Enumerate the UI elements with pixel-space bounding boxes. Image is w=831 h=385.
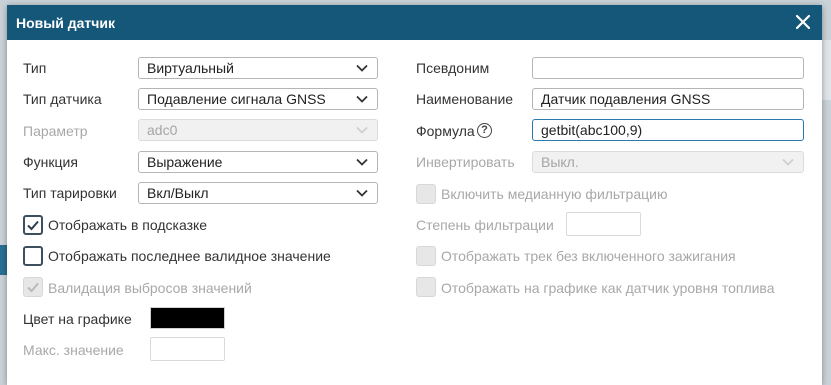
chart-color-swatch[interactable] — [150, 307, 225, 329]
parameter-label: Параметр — [23, 123, 88, 139]
track-no-ignition-checkbox — [416, 246, 436, 266]
type-value: Виртуальный — [147, 60, 234, 76]
chevron-down-icon — [356, 126, 368, 134]
show-as-fuel-checkbox — [416, 277, 436, 297]
chevron-down-icon — [356, 95, 368, 103]
track-no-ignition-label: Отображать трек без включенного зажигани… — [441, 248, 736, 264]
filter-degree-input — [566, 212, 641, 236]
function-value: Выражение — [147, 154, 223, 170]
chevron-down-icon — [356, 189, 368, 197]
close-icon — [795, 14, 811, 30]
formula-label: Формула — [416, 123, 475, 139]
checkmark-icon — [27, 282, 39, 293]
invert-label: Инвертировать — [416, 154, 515, 170]
invert-value: Выкл. — [541, 154, 579, 170]
invert-select: Выкл. — [532, 151, 804, 173]
background-bar-left — [0, 245, 7, 275]
formula-input[interactable]: getbit(abc100,9) — [532, 119, 804, 141]
alias-label: Псевдоним — [416, 60, 490, 76]
calibration-type-label: Тип тарировки — [23, 185, 117, 201]
sensor-type-label: Тип датчика — [23, 91, 102, 107]
show-last-valid-label[interactable]: Отображать последнее валидное значение — [48, 248, 331, 264]
name-value: Датчик подавления GNSS — [541, 91, 711, 107]
function-label: Функция — [23, 154, 78, 170]
filter-degree-label: Степень фильтрации — [416, 217, 554, 233]
median-filter-label: Включить медианную фильтрацию — [441, 186, 668, 202]
max-value-label: Макс. значение — [23, 342, 124, 358]
checkmark-icon — [27, 220, 39, 231]
max-value-input[interactable] — [150, 337, 225, 361]
outlier-validation-label: Валидация выбросов значений — [48, 280, 252, 296]
sensor-type-select[interactable]: Подавление сигнала GNSS — [138, 88, 378, 110]
function-select[interactable]: Выражение — [138, 151, 378, 173]
median-filter-checkbox — [416, 184, 436, 204]
calibration-type-value: Вкл/Выкл — [147, 185, 209, 201]
type-select[interactable]: Виртуальный — [138, 57, 378, 79]
close-button[interactable] — [792, 11, 814, 33]
help-icon[interactable]: ? — [477, 123, 492, 138]
show-last-valid-checkbox[interactable] — [23, 246, 43, 266]
show-in-tooltip-label[interactable]: Отображать в подсказке — [48, 217, 207, 233]
chevron-down-icon — [356, 64, 368, 72]
dialog-title: Новый датчик — [16, 15, 115, 31]
parameter-select: adc0 — [138, 119, 378, 141]
alias-input[interactable] — [532, 57, 804, 79]
sensor-type-value: Подавление сигнала GNSS — [147, 91, 326, 107]
formula-value: getbit(abc100,9) — [541, 122, 643, 138]
dialog-titlebar: Новый датчик — [7, 5, 822, 40]
name-input[interactable]: Датчик подавления GNSS — [532, 88, 804, 110]
name-label: Наименование — [416, 91, 514, 107]
show-in-tooltip-checkbox[interactable] — [23, 215, 43, 235]
show-as-fuel-label: Отображать на графике как датчик уровня … — [441, 280, 775, 296]
background-strip-top — [822, 40, 831, 100]
outlier-validation-checkbox — [23, 277, 43, 297]
new-sensor-dialog: Новый датчик Тип Виртуальный Тип датчика… — [7, 5, 822, 385]
chevron-down-icon — [356, 158, 368, 166]
parameter-value: adc0 — [147, 122, 178, 138]
chart-color-label: Цвет на графике — [23, 311, 132, 327]
calibration-type-select[interactable]: Вкл/Выкл — [138, 182, 378, 204]
chevron-down-icon — [782, 158, 794, 166]
type-label: Тип — [23, 60, 47, 76]
